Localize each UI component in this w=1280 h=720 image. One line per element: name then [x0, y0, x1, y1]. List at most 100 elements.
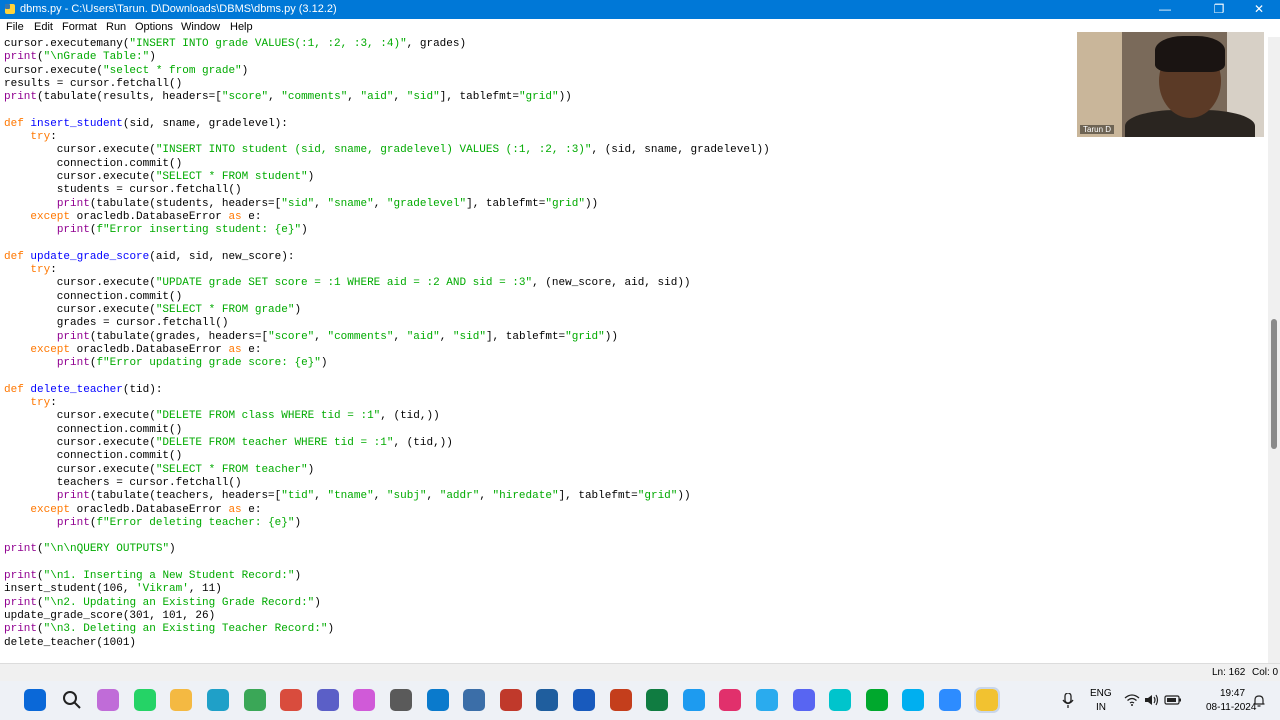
- python-idle-icon[interactable]: [973, 687, 1000, 713]
- code-line[interactable]: cursor.execute("INSERT INTO student (sid…: [4, 144, 770, 157]
- code-line[interactable]: except oracledb.DatabaseError as e:: [4, 504, 261, 517]
- powerpoint-icon[interactable]: [609, 689, 632, 711]
- code-token: ,: [393, 330, 407, 343]
- clock-date[interactable]: 08-11-2024: [1206, 702, 1256, 713]
- telegram-icon[interactable]: [756, 689, 778, 711]
- code-line[interactable]: connection.commit(): [4, 450, 182, 463]
- code-line[interactable]: delete_teacher(1001): [4, 637, 136, 650]
- code-line[interactable]: teachers = cursor.fetchall(): [4, 477, 242, 490]
- code-line[interactable]: grades = cursor.fetchall(): [4, 317, 229, 330]
- vertical-scrollbar[interactable]: [1268, 37, 1280, 663]
- code-line[interactable]: connection.commit(): [4, 158, 182, 171]
- code-line[interactable]: cursor.execute("select * from grade"): [4, 65, 248, 78]
- discord-icon[interactable]: [792, 689, 815, 711]
- code-line[interactable]: print(f"Error deleting teacher: {e}"): [4, 517, 301, 530]
- code-token: "tname": [327, 490, 374, 503]
- code-line[interactable]: students = cursor.fetchall(): [4, 184, 242, 197]
- word-icon[interactable]: [573, 689, 595, 711]
- whatsapp-icon[interactable]: [133, 689, 156, 711]
- code-line[interactable]: cursor.execute("UPDATE grade SET score =…: [4, 277, 691, 290]
- code-line[interactable]: cursor.execute("SELECT * FROM teacher"): [4, 464, 314, 477]
- language-top[interactable]: ENG: [1090, 688, 1112, 699]
- skype-icon[interactable]: [902, 689, 925, 711]
- code-token: cursor.execute(: [4, 304, 156, 316]
- excel-icon[interactable]: [646, 689, 669, 711]
- code-token: "gradelevel": [386, 197, 467, 210]
- menu-window[interactable]: Window: [181, 21, 220, 33]
- code-line[interactable]: def insert_student(sid, sname, gradeleve…: [4, 118, 288, 131]
- code-line[interactable]: results = cursor.fetchall(): [4, 78, 182, 91]
- code-line[interactable]: except oracledb.DatabaseError as e:: [4, 344, 261, 357]
- instagram-icon[interactable]: [719, 689, 742, 711]
- minimize-button[interactable]: —: [1142, 0, 1188, 19]
- title-bar[interactable]: dbms.py - C:\Users\Tarun. D\Downloads\DB…: [0, 0, 1280, 19]
- search-icon[interactable]: [61, 689, 83, 711]
- code-line[interactable]: cursor.execute("SELECT * FROM grade"): [4, 304, 301, 317]
- teams-icon[interactable]: [316, 689, 339, 711]
- wifi-icon[interactable]: [1124, 694, 1140, 706]
- code-line[interactable]: def delete_teacher(tid):: [4, 384, 162, 397]
- menu-edit[interactable]: Edit: [34, 21, 53, 33]
- calculator-icon[interactable]: [390, 689, 412, 711]
- code-token: (: [37, 623, 44, 636]
- microphone-icon[interactable]: [1062, 693, 1074, 709]
- snipping-tool-icon[interactable]: [353, 689, 376, 711]
- zoom-icon[interactable]: [939, 689, 961, 711]
- code-token: "select * from grade": [103, 64, 242, 77]
- canva-icon[interactable]: [829, 689, 852, 711]
- menu-help[interactable]: Help: [230, 21, 253, 33]
- menu-file[interactable]: File: [6, 21, 24, 33]
- code-token: try: [30, 397, 51, 410]
- copilot-icon[interactable]: [97, 689, 120, 711]
- code-token: (sid, sname, gradelevel):: [122, 117, 288, 130]
- notification-bell-icon[interactable]: [1252, 694, 1266, 708]
- chrome-icon[interactable]: [243, 689, 266, 711]
- projectlibre-icon[interactable]: [499, 689, 522, 711]
- evernote-icon[interactable]: [865, 689, 888, 711]
- code-line[interactable]: print(tabulate(results, headers=["score"…: [4, 91, 572, 104]
- close-button[interactable]: ✕: [1236, 0, 1280, 19]
- code-line[interactable]: print("\nGrade Table:"): [4, 51, 156, 64]
- code-line[interactable]: print("\n3. Deleting an Existing Teacher…: [4, 623, 334, 636]
- code-token: ): [307, 463, 315, 476]
- scrollbar-thumb[interactable]: [1271, 319, 1277, 449]
- code-line[interactable]: print("\n2. Updating an Existing Grade R…: [4, 597, 321, 610]
- edge-icon[interactable]: [207, 689, 229, 711]
- code-line[interactable]: cursor.executemany("INSERT INTO grade VA…: [4, 38, 466, 51]
- code-line[interactable]: cursor.execute("DELETE FROM class WHERE …: [4, 410, 440, 423]
- file-explorer-icon[interactable]: [170, 689, 193, 711]
- code-line[interactable]: connection.commit(): [4, 424, 182, 437]
- virtualbox-icon[interactable]: [536, 689, 559, 711]
- code-line[interactable]: try:: [4, 397, 56, 410]
- vscode-icon[interactable]: [426, 689, 449, 711]
- menu-options[interactable]: Options: [135, 21, 173, 33]
- menu-run[interactable]: Run: [106, 21, 126, 33]
- code-line[interactable]: update_grade_score(301, 101, 26): [4, 610, 215, 623]
- code-line[interactable]: try:: [4, 131, 56, 144]
- code-line[interactable]: connection.commit(): [4, 291, 182, 304]
- menu-format[interactable]: Format: [62, 21, 97, 33]
- language-bottom[interactable]: IN: [1096, 702, 1106, 713]
- code-token: , (tid,)): [393, 437, 453, 449]
- media-player-icon[interactable]: [463, 689, 486, 711]
- code-line[interactable]: print("\n\nQUERY OUTPUTS"): [4, 543, 176, 556]
- code-line[interactable]: print("\n1. Inserting a New Student Reco…: [4, 570, 301, 583]
- code-line[interactable]: print(tabulate(grades, headers=["score",…: [4, 331, 618, 344]
- twitter-icon[interactable]: [682, 689, 705, 711]
- code-line[interactable]: print(tabulate(teachers, headers=["tid",…: [4, 490, 691, 503]
- code-line[interactable]: try:: [4, 264, 56, 277]
- battery-icon[interactable]: [1164, 694, 1182, 706]
- code-line[interactable]: cursor.execute("DELETE FROM teacher WHER…: [4, 437, 453, 450]
- chrome-profile-icon[interactable]: [280, 689, 303, 711]
- code-token: delete_teacher: [30, 383, 123, 396]
- code-line[interactable]: insert_student(106, 'Vikram', 11): [4, 583, 222, 596]
- volume-icon[interactable]: [1144, 694, 1160, 706]
- code-line[interactable]: print(f"Error updating grade score: {e}"…: [4, 357, 328, 370]
- windows-start-icon[interactable]: [24, 689, 46, 711]
- code-line[interactable]: print(tabulate(students, headers=["sid",…: [4, 198, 598, 211]
- code-line[interactable]: def update_grade_score(aid, sid, new_sco…: [4, 251, 294, 264]
- code-line[interactable]: cursor.execute("SELECT * FROM student"): [4, 171, 314, 184]
- code-line[interactable]: except oracledb.DatabaseError as e:: [4, 211, 261, 224]
- code-line[interactable]: print(f"Error inserting student: {e}"): [4, 224, 308, 237]
- clock-time[interactable]: 19:47: [1220, 688, 1245, 699]
